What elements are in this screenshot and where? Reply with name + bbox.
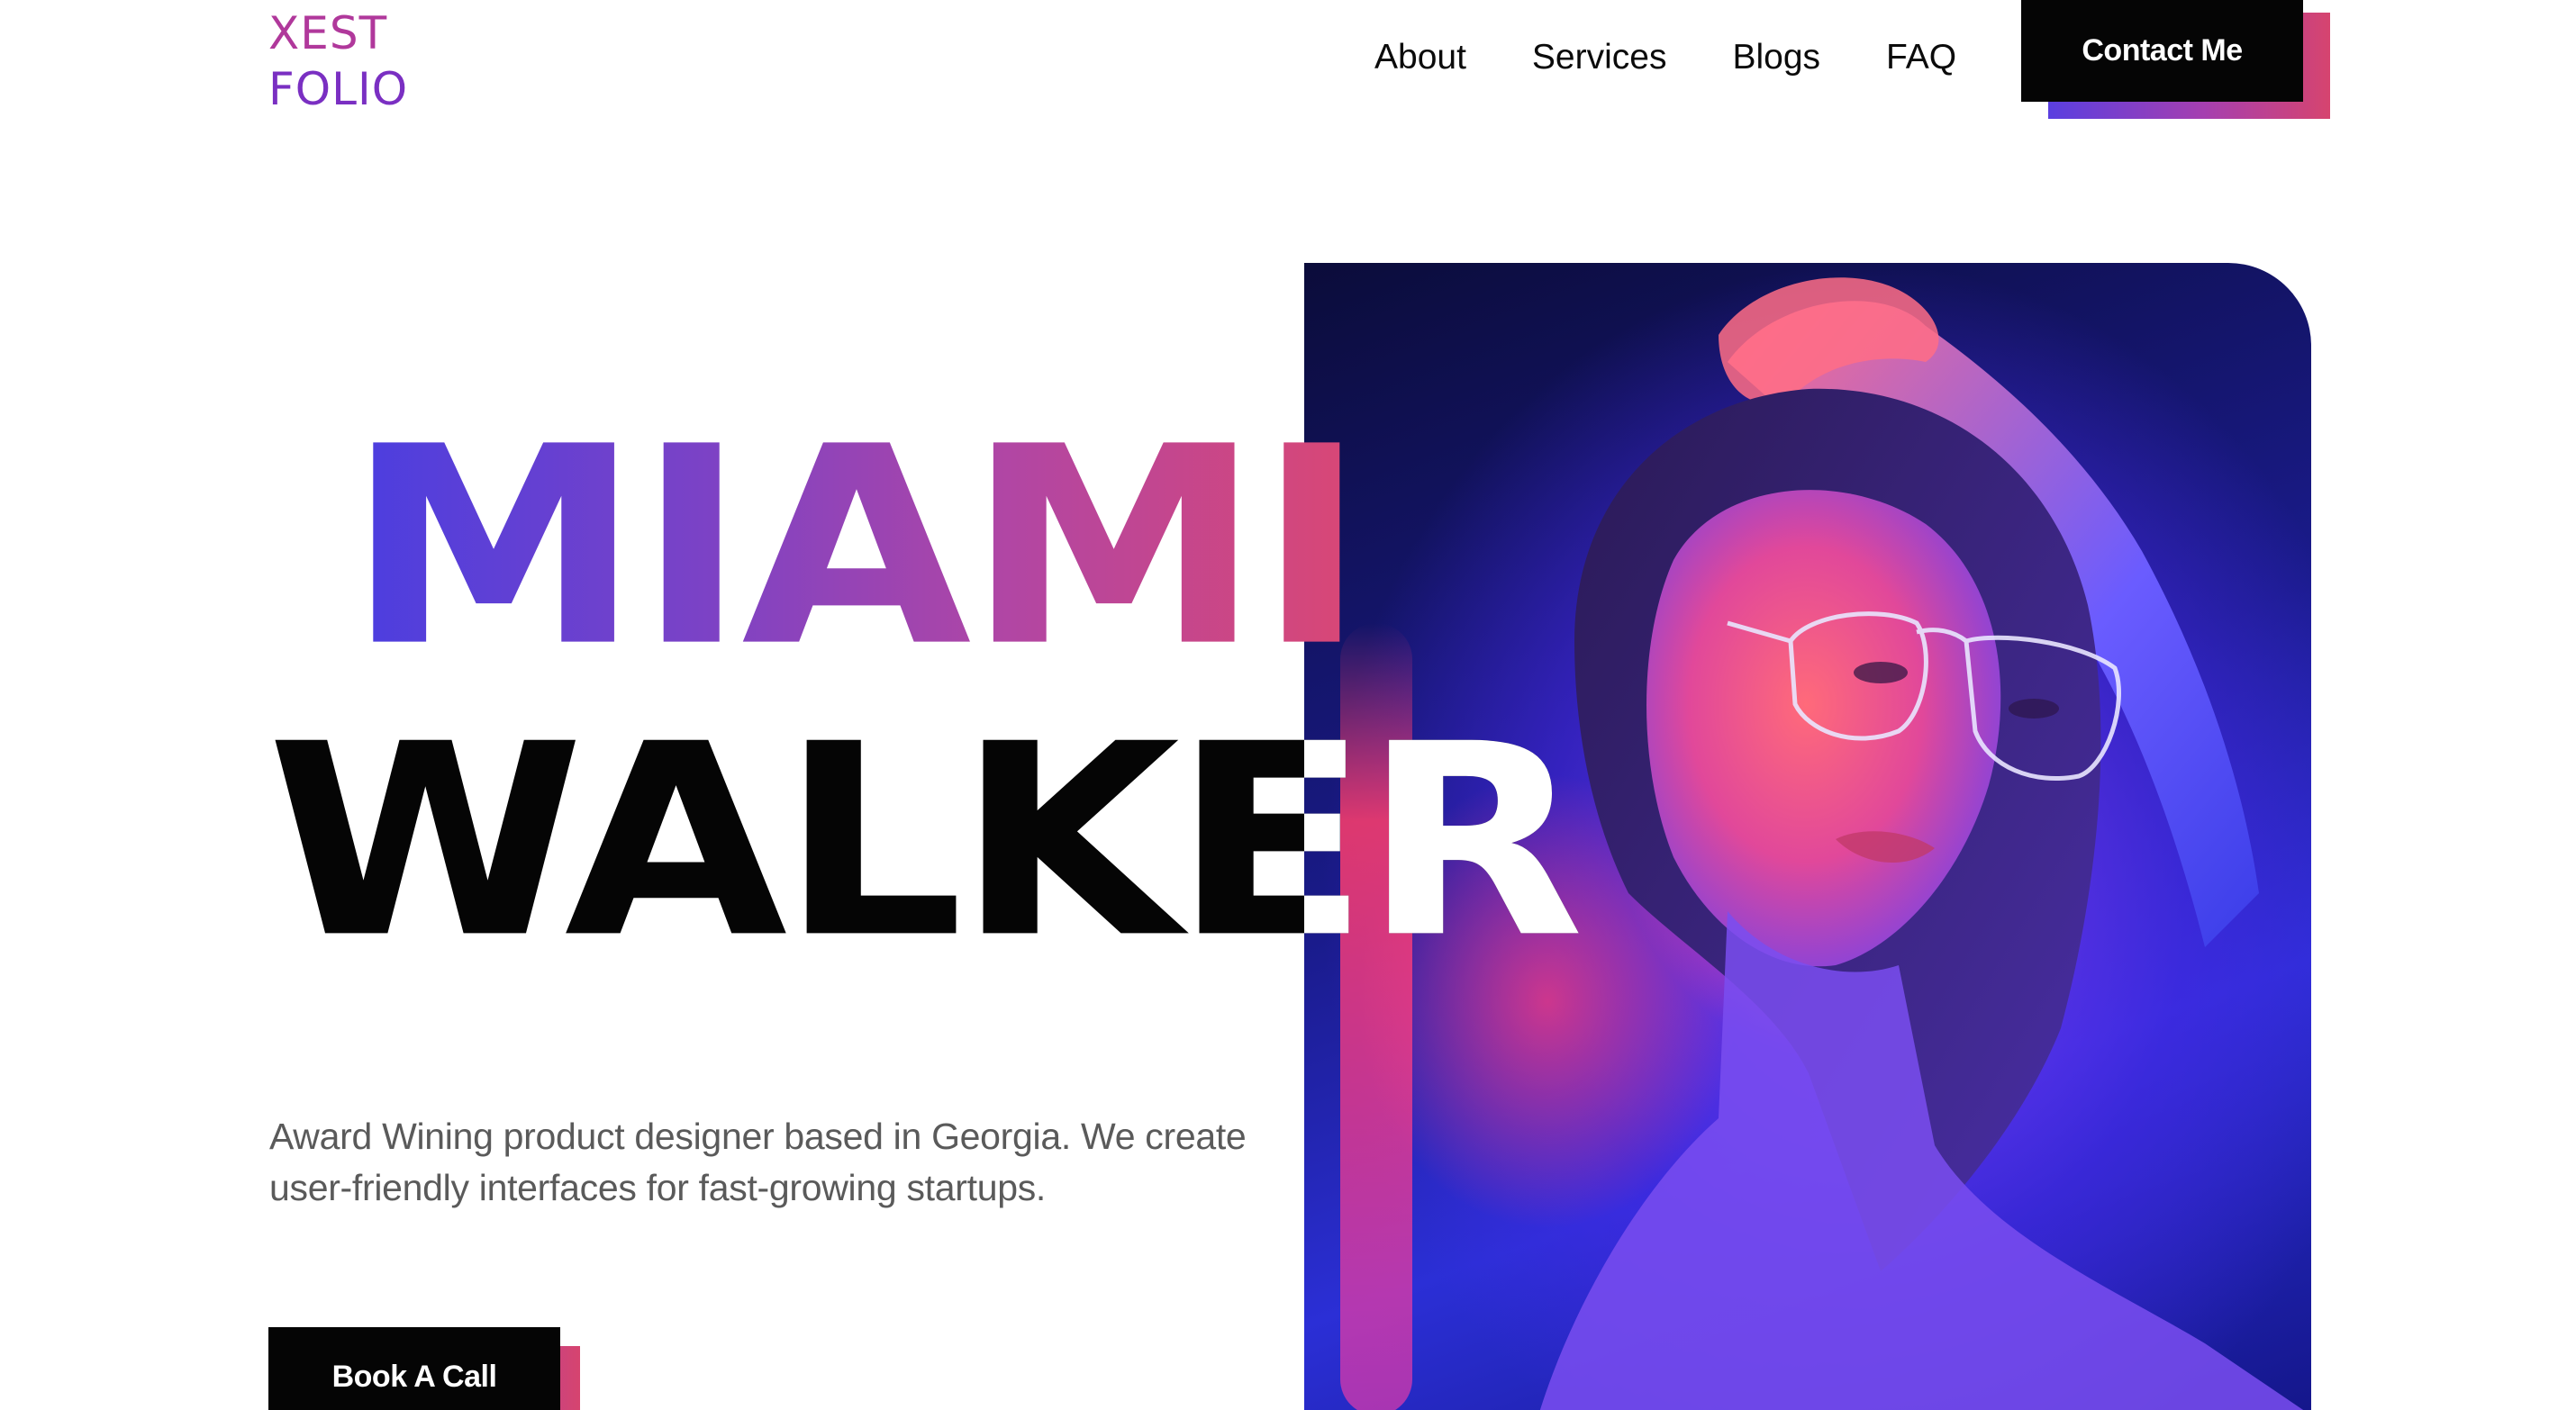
hero-tagline: Award Wining product designer based in G… bbox=[269, 1116, 1247, 1208]
contact-me-button[interactable]: Contact Me bbox=[2021, 0, 2303, 102]
nav-link-faq[interactable]: FAQ bbox=[1886, 34, 1956, 81]
brand-line-1: XEST bbox=[268, 7, 388, 59]
landing-page: XEST FOLIO About Services Blogs FAQ Cont… bbox=[0, 0, 2576, 1410]
brand-line-2: FOLIO bbox=[268, 63, 409, 115]
book-a-call-button[interactable]: Book A Call bbox=[268, 1327, 560, 1410]
hero-last-name-overlay-text: WALKER bbox=[1304, 688, 1584, 997]
brand-logo[interactable]: XEST FOLIO bbox=[268, 5, 408, 117]
hero-last-name-overlay: WALKER bbox=[1304, 630, 1664, 1008]
main-nav: About Services Blogs FAQ bbox=[1374, 34, 1956, 81]
hero-first-name: MIAMI bbox=[346, 388, 1367, 707]
nav-link-services[interactable]: Services bbox=[1532, 34, 1667, 81]
nav-link-about[interactable]: About bbox=[1374, 34, 1466, 81]
nav-link-blogs[interactable]: Blogs bbox=[1732, 34, 1820, 81]
